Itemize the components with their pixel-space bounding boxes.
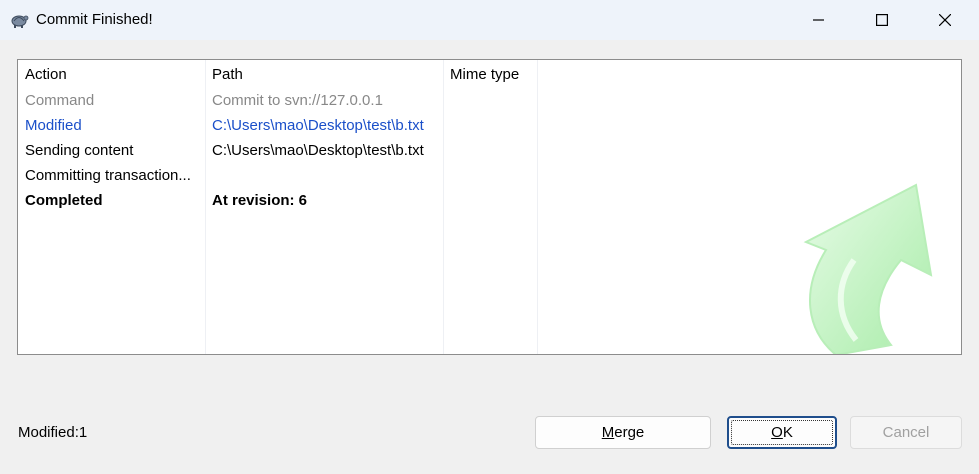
row-path-modified[interactable]: C:\Users\mao\Desktop\test\b.txt (212, 116, 424, 136)
column-header-mime-type[interactable]: Mime type (450, 65, 519, 85)
merge-button[interactable]: Merge (535, 416, 711, 449)
title-bar: Commit Finished! (0, 0, 979, 40)
tortoise-icon (11, 15, 29, 28)
row-path-command[interactable]: Commit to svn://127.0.0.1 (212, 91, 383, 111)
commit-results-list[interactable]: Action Path Mime type Command Commit to … (17, 59, 962, 355)
focus-rect (731, 420, 833, 445)
row-action-modified[interactable]: Modified (25, 116, 82, 136)
merge-button-label: erge (614, 424, 645, 441)
merge-button-accel: M (601, 424, 615, 441)
column-divider (205, 60, 206, 354)
status-text: Modified:1 (18, 424, 88, 441)
commit-arrow-icon (803, 183, 933, 354)
column-header-action[interactable]: Action (25, 65, 67, 85)
close-icon (939, 14, 951, 26)
column-header-path[interactable]: Path (212, 65, 243, 85)
column-divider (443, 60, 444, 354)
minimize-icon (813, 19, 824, 21)
cancel-button-label: Cancel (882, 424, 930, 441)
cancel-button[interactable]: Cancel (850, 416, 962, 449)
row-path-sending[interactable]: C:\Users\mao\Desktop\test\b.txt (212, 141, 424, 161)
ok-button[interactable]: OK (727, 416, 837, 449)
row-action-committing[interactable]: Committing transaction... (25, 166, 191, 186)
row-action-completed[interactable]: Completed (25, 191, 103, 211)
row-action-sending[interactable]: Sending content (25, 141, 133, 161)
column-divider (537, 60, 538, 354)
close-button[interactable] (914, 0, 976, 40)
window-title: Commit Finished! (36, 11, 153, 28)
minimize-button[interactable] (788, 0, 850, 40)
maximize-icon (876, 14, 888, 26)
maximize-button[interactable] (851, 0, 913, 40)
row-path-completed[interactable]: At revision: 6 (212, 191, 307, 211)
row-action-command[interactable]: Command (25, 91, 94, 111)
